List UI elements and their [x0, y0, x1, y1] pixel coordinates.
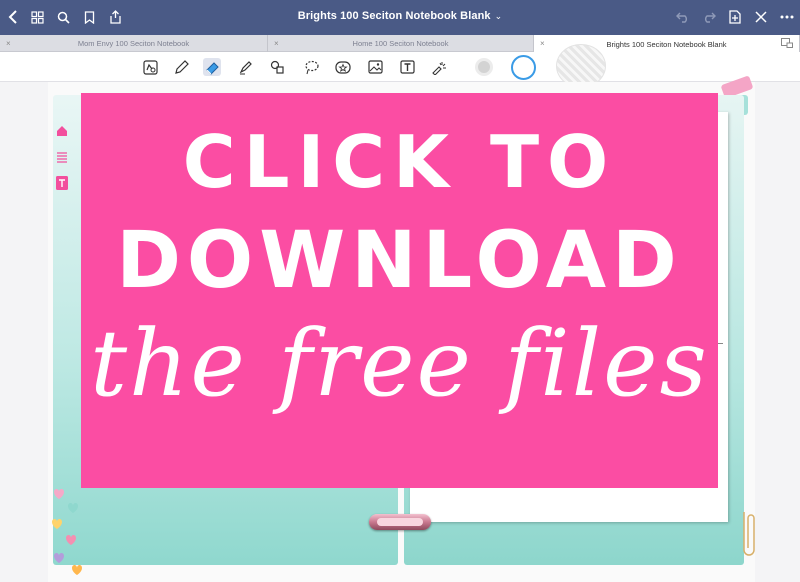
tab-close-icon[interactable]: × [274, 39, 279, 48]
banner-line-1: CLICK TO [182, 120, 617, 204]
tab-mom-envy[interactable]: × Mom Envy 100 Seciton Notebook [0, 35, 268, 52]
highlighter-icon[interactable] [236, 58, 254, 76]
close-icon[interactable] [752, 8, 770, 26]
tab-home[interactable]: × Home 100 Seciton Notebook [268, 35, 534, 52]
shapes-icon[interactable] [268, 58, 286, 76]
pen-icon[interactable] [172, 58, 190, 76]
image-icon[interactable] [366, 58, 384, 76]
add-page-icon[interactable] [726, 8, 744, 26]
tab-marker-icon[interactable] [56, 176, 68, 190]
document-title-text: Brights 100 Seciton Notebook Blank [297, 10, 491, 22]
redo-icon[interactable] [700, 8, 718, 26]
tab-close-icon[interactable]: × [6, 39, 11, 48]
laser-pointer-icon[interactable] [430, 58, 448, 76]
binder-ring-inner [377, 518, 423, 526]
tab-label: Home 100 Seciton Notebook [352, 39, 449, 48]
title-chevron-icon: ⌄ [494, 11, 503, 21]
paper-clip [738, 510, 758, 570]
top-toolbar: Brights 100 Seciton Notebook Blank ⌄ [0, 0, 800, 35]
color-swatch-selected[interactable] [511, 55, 536, 80]
notebook-side-nav [56, 125, 70, 203]
tab-close-icon[interactable]: × [540, 39, 545, 48]
undo-icon[interactable] [674, 8, 692, 26]
list-icon[interactable] [56, 151, 68, 163]
banner-line-3: the free files [90, 310, 709, 417]
download-banner[interactable]: CLICK TO DOWNLOAD the free files [81, 93, 718, 488]
banner-line-2: DOWNLOAD [116, 216, 683, 306]
lasso-icon[interactable] [302, 58, 320, 76]
eraser-icon[interactable] [203, 58, 221, 76]
color-swatch-gray[interactable] [475, 58, 493, 76]
home-icon[interactable] [56, 125, 68, 137]
text-icon[interactable] [398, 58, 416, 76]
sticker-icon[interactable] [334, 58, 352, 76]
tab-label: Brights 100 Seciton Notebook Blank [606, 39, 727, 49]
tool-row [0, 44, 800, 88]
heart-stickers [48, 482, 88, 582]
split-view-icon[interactable] [781, 38, 793, 48]
lasso-readonly-icon[interactable] [141, 58, 159, 76]
tab-label: Mom Envy 100 Seciton Notebook [77, 39, 190, 48]
more-icon[interactable] [778, 8, 796, 26]
document-tabs: × Mom Envy 100 Seciton Notebook × Home 1… [0, 35, 800, 53]
